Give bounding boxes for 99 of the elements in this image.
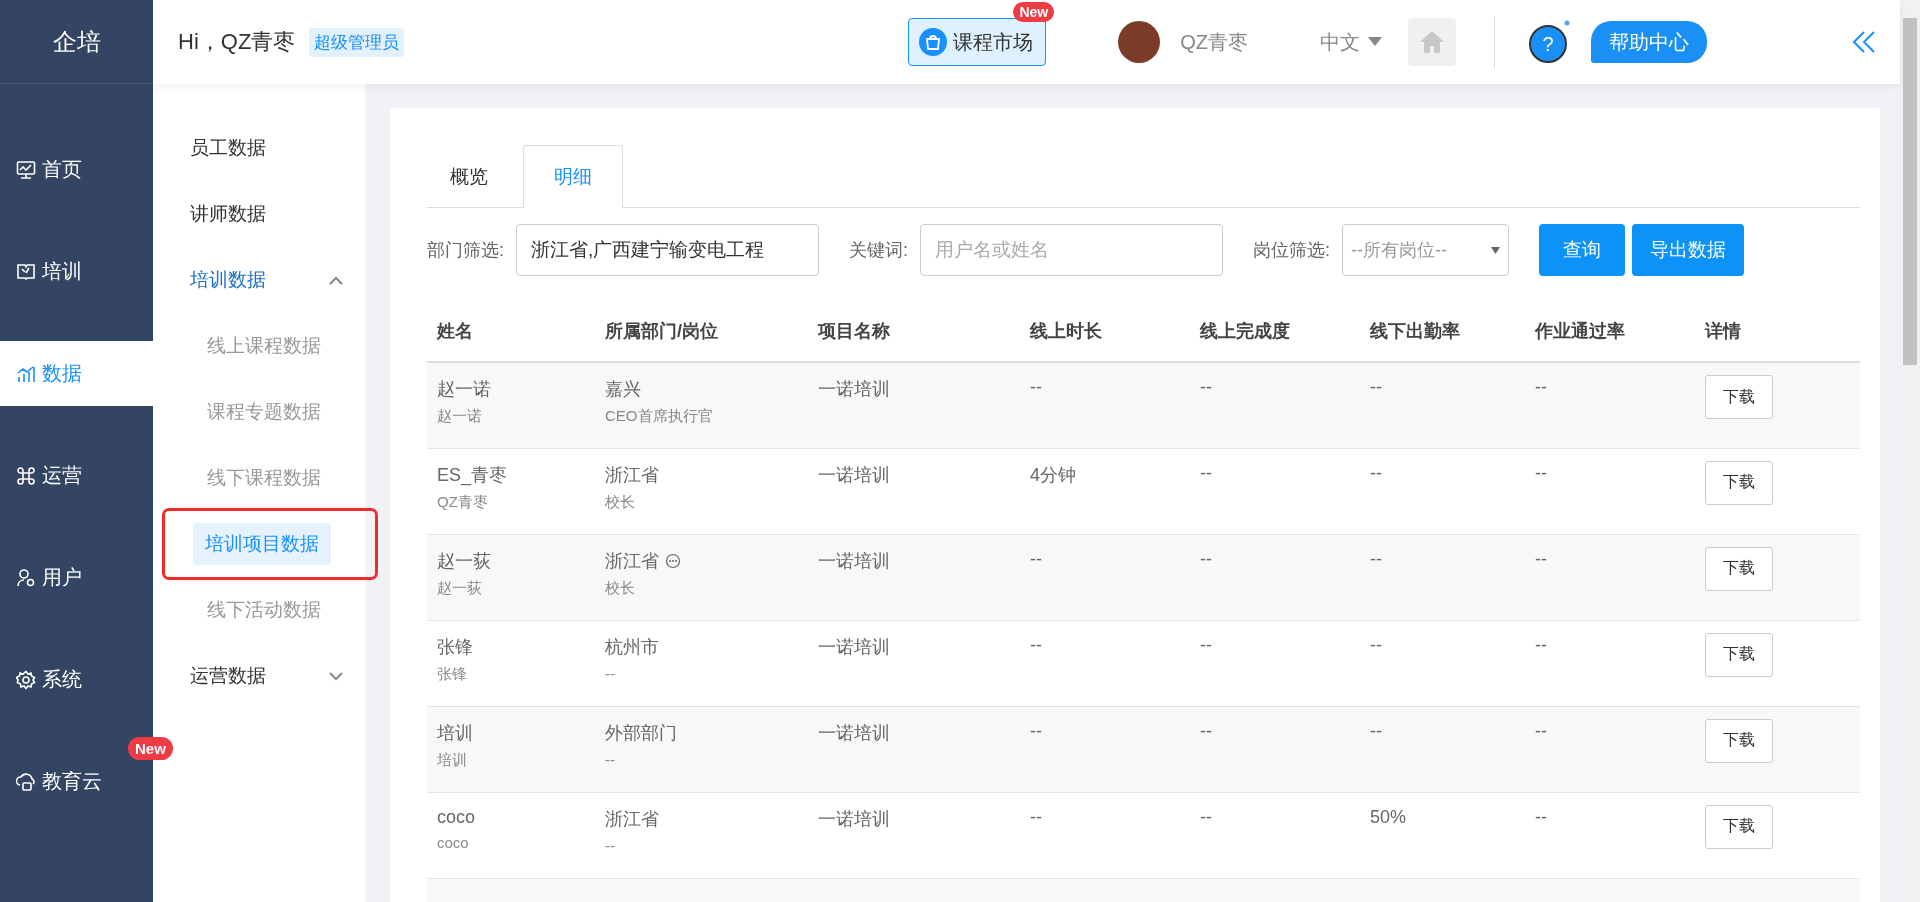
user-name[interactable]: QZ青枣 [1180,28,1248,56]
table-cell: -- [1030,720,1042,741]
logo-text: 企培 [52,26,101,57]
bar-chart-icon [16,363,36,384]
table-cell: -- [1535,634,1547,655]
project-name: 一诺培训 [818,550,890,571]
table-cell: -- [1200,462,1212,483]
user-name: 张锋 [437,636,473,657]
greeting-text: Hi，QZ青枣 [178,28,296,56]
table-cell: -- [1535,720,1547,741]
table-cell: -- [1200,634,1212,655]
download-button[interactable]: 下载 [1705,460,1773,505]
user-name: 赵一诺 [437,379,491,399]
command-icon [16,465,36,486]
table-cell: -- [1535,806,1547,827]
project-name: 一诺培训 [818,464,890,485]
caret-icon [1368,37,1382,47]
table-cell: -- [1030,634,1042,655]
user-gear-icon [16,567,36,588]
home-button[interactable] [1408,18,1456,66]
position-text: -- [605,750,616,768]
department-field[interactable]: 浙江省,广西建宁输变电工程 [516,224,819,276]
avatar-image [1118,21,1161,63]
course-market-button[interactable]: 课程市场 [908,18,1047,66]
user-account: 张锋 [437,664,468,684]
table-cell: -- [1200,548,1212,569]
table-cell: -- [1370,720,1382,741]
table-cell: -- [1370,548,1382,569]
book-icon [16,261,36,282]
sidebar-item[interactable]: 系统 [0,647,153,712]
table-cell: -- [1030,806,1042,827]
project-name: 一诺培训 [818,808,890,829]
download-button[interactable]: 下载 [1705,804,1773,849]
scrollbar-thumb[interactable] [1903,18,1917,365]
table-cell: -- [1030,548,1042,569]
department-label: 部门筛选: [427,239,504,262]
project-name: 一诺培训 [818,636,890,657]
user-name: 赵一荻 [437,550,491,571]
download-button[interactable]: 下载 [1705,718,1773,763]
position-text: -- [605,836,616,854]
table-cell: -- [1200,377,1212,397]
sidebar-item[interactable]: 教育云 [0,749,126,814]
user-account: QZ青枣 [437,492,489,512]
user-name: 培训 [437,722,473,743]
user-name: ES_青枣 [437,464,508,485]
download-button[interactable]: 下载 [1705,546,1773,591]
table-cell: -- [1370,377,1382,397]
department-text: 浙江省 [605,463,659,487]
sidebar-item[interactable]: 运营 [0,443,153,508]
user-account: 赵一诺 [437,407,483,426]
home-icon [1419,30,1445,54]
table-cell: -- [1200,720,1212,741]
sidebar-item[interactable]: 培训 [0,239,153,304]
keyword-label: 关键词: [849,239,909,262]
table-cell: -- [1535,548,1547,569]
submenu-item[interactable]: 运营数据 [153,643,365,709]
table-cell: -- [1535,377,1547,397]
position-text: CEO首席执行官 [605,407,714,426]
user-account: coco [437,833,470,851]
keyword-field[interactable]: 用户名或姓名 [920,224,1224,276]
table-cell: -- [1030,377,1042,397]
position-text: 校长 [605,578,636,598]
table-cell: 4分钟 [1030,464,1076,485]
department-text: 浙江省 [605,549,659,573]
department-text: 杭州市 [605,635,659,659]
sidebar-item[interactable]: 首页 [0,137,153,202]
caret-icon [1491,246,1501,254]
download-button[interactable]: 下载 [1705,375,1773,419]
collapse-icon[interactable] [1853,31,1875,53]
table-cell: -- [1535,462,1547,483]
user-account: 培训 [437,750,468,770]
position-text: -- [605,664,616,682]
user-name: coco [437,806,476,827]
department-text: 嘉兴 [605,378,641,401]
gear-icon [16,669,36,690]
project-name: 一诺培训 [818,722,890,743]
position-text: 校长 [605,492,636,512]
project-name: 一诺培训 [818,379,890,399]
new-badge: New [1013,2,1055,22]
submenu-item[interactable]: 培训数据 [153,247,365,313]
shopping-bag-icon [919,28,948,56]
role-badge: 超级管理员 [309,27,405,57]
submenu-item[interactable]: 讲师数据 [153,181,365,247]
table-cell: -- [1200,806,1212,827]
new-badge: New [128,737,173,760]
department-text: 外部部门 [605,721,677,745]
monitor-chart-icon [16,159,36,180]
language-dropdown[interactable]: 中文 [1320,28,1382,56]
department-text: 浙江省 [605,807,659,831]
user-account: 赵一荻 [437,578,483,598]
tab[interactable]: 概览 [427,145,511,207]
download-button[interactable]: 下载 [1705,632,1773,677]
cloud-lock-icon [16,771,36,792]
sidebar-item[interactable]: 用户 [0,545,153,610]
position-label: 岗位筛选: [1253,239,1331,262]
table-cell: 50% [1370,806,1407,827]
submenu-item[interactable]: 员工数据 [153,115,365,181]
table-cell: -- [1370,462,1382,483]
table-cell: -- [1370,634,1382,655]
